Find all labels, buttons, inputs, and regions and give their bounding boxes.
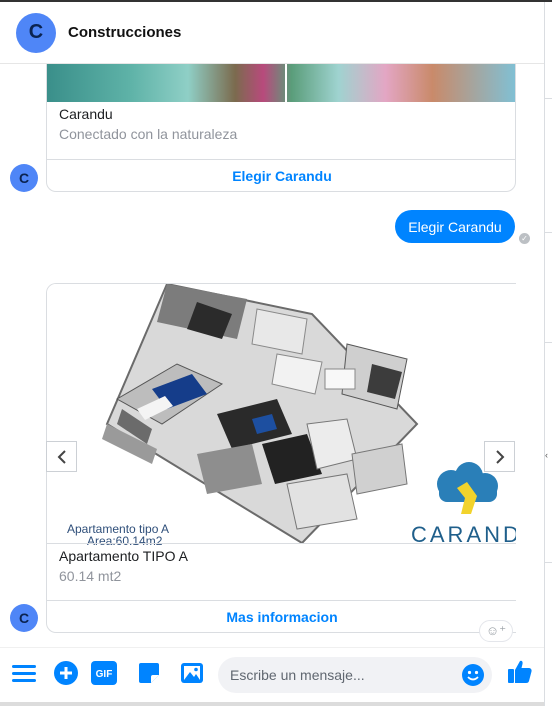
reaction-button[interactable]: ☺⁺: [479, 620, 513, 642]
photo-button[interactable]: [179, 660, 205, 686]
avatar-letter: C: [28, 21, 44, 43]
mas-informacion-button[interactable]: Mas informacion: [47, 600, 516, 632]
delivered-check-icon: ✓: [519, 233, 530, 244]
avatar-letter: C: [18, 610, 30, 626]
elegir-carandu-button[interactable]: Elegir Carandu: [47, 159, 515, 191]
image-icon: [181, 663, 203, 683]
card-info: Apartamento TIPO A 60.14 mt2: [47, 543, 516, 600]
floorplan-image[interactable]: Apartamento tipo A Area:60.14m2 CARAND: [47, 284, 516, 548]
chevron-left-icon: [57, 449, 66, 464]
message-input[interactable]: [230, 667, 460, 683]
bot-avatar: C: [10, 604, 38, 632]
add-button[interactable]: [53, 660, 79, 686]
card-image[interactable]: [47, 64, 515, 102]
messenger-window: C Construcciones Carandu Conectado con l…: [0, 0, 552, 706]
emoji-icon[interactable]: [462, 664, 484, 686]
gif-button[interactable]: GIF: [91, 660, 117, 686]
sent-message-bubble[interactable]: Elegir Carandu: [395, 210, 515, 243]
window-bottom-border: [0, 702, 552, 706]
message-input-wrapper: [218, 657, 492, 693]
carousel-prev-button[interactable]: [46, 441, 77, 472]
gif-icon: GIF: [91, 661, 117, 685]
avatar-letter: C: [18, 170, 30, 186]
template-card-carandu: Carandu Conectado con la naturaleza Eleg…: [46, 64, 516, 192]
carousel-next-button[interactable]: [484, 441, 515, 472]
image-seam: [285, 64, 287, 102]
edge-divider: [545, 342, 552, 343]
menu-button[interactable]: [11, 660, 37, 686]
page-avatar[interactable]: C: [16, 12, 56, 53]
edge-divider: [545, 98, 552, 99]
sticker-button[interactable]: [136, 660, 162, 686]
sticker-icon: [139, 663, 159, 683]
thumbs-up-icon: [508, 660, 532, 683]
like-button[interactable]: [507, 658, 533, 684]
plus-circle-icon: [54, 661, 78, 685]
side-panel-edge: ‹: [544, 2, 552, 706]
smiley-plus-icon: ☺⁺: [485, 623, 507, 638]
card-title: Apartamento TIPO A: [59, 548, 188, 564]
template-card-apartamento: Apartamento tipo A Area:60.14m2 CARAND A…: [46, 283, 516, 633]
bot-avatar: C: [10, 164, 38, 192]
edge-divider: [545, 232, 552, 233]
edge-divider: [545, 562, 552, 563]
card-title: Carandu: [59, 106, 113, 122]
chat-title[interactable]: Construcciones: [68, 24, 181, 41]
hamburger-menu-icon: [12, 665, 36, 682]
card-subtitle: Conectado con la naturaleza: [59, 126, 238, 142]
message-composer: GIF: [0, 647, 544, 703]
collapse-arrow-icon[interactable]: ‹: [545, 450, 548, 460]
svg-text:GIF: GIF: [96, 669, 113, 680]
card-subtitle: 60.14 mt2: [59, 568, 122, 584]
chevron-right-icon: [495, 449, 504, 464]
chat-header: C Construcciones: [0, 2, 544, 64]
